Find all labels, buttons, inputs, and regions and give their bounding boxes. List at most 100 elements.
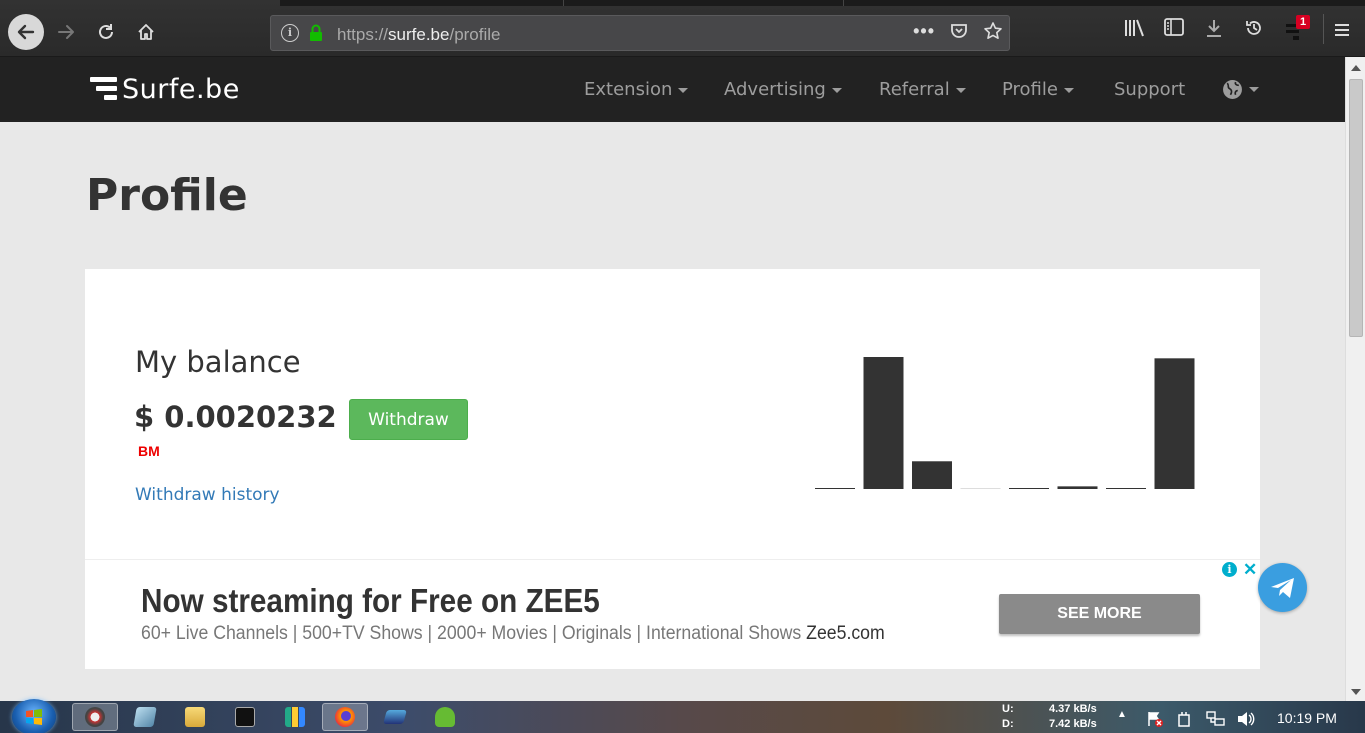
- app-icon: [133, 707, 157, 727]
- nav-profile[interactable]: Profile: [1002, 79, 1074, 100]
- pocket-icon[interactable]: [949, 21, 969, 41]
- action-center-flag-icon[interactable]: [1146, 710, 1164, 728]
- currency-tag: BM: [138, 443, 160, 459]
- lock-icon[interactable]: [309, 24, 323, 42]
- ad-subtext[interactable]: 60+ Live Channels | 500+TV Shows | 2000+…: [141, 623, 885, 645]
- ad-headline[interactable]: Now streaming for Free on ZEE5: [141, 582, 600, 620]
- url-scheme: https://: [337, 25, 389, 44]
- ad-cta-button[interactable]: SEE MORE: [999, 594, 1200, 634]
- windows-taskbar: U: D: 4.37 kB/s 7.42 kB/s ▲ 10:19 PM: [0, 699, 1365, 733]
- withdraw-history-link[interactable]: Withdraw history: [135, 485, 280, 505]
- page-scrollbar[interactable]: [1345, 57, 1365, 701]
- taskbar-firefox[interactable]: [322, 703, 368, 731]
- url-text[interactable]: https://surfe.be/profile: [337, 25, 501, 45]
- nav-label: Referral: [879, 79, 950, 100]
- home-button[interactable]: [129, 15, 163, 49]
- language-selector[interactable]: [1222, 78, 1259, 100]
- taskbar-app-1[interactable]: [72, 703, 118, 731]
- taskbar-cmd[interactable]: [222, 703, 268, 731]
- hamburger-menu-icon[interactable]: [1334, 22, 1350, 38]
- balance-card: My balance $ 0.0020232 BM Withdraw Withd…: [85, 269, 1260, 559]
- download-icon[interactable]: [1204, 18, 1224, 38]
- chart-bar: [1154, 358, 1195, 489]
- site-logo[interactable]: Surfe.be: [90, 73, 240, 105]
- nav-label: Profile: [1002, 79, 1058, 100]
- history-icon[interactable]: [1244, 18, 1264, 38]
- ad-info-icon[interactable]: i: [1222, 562, 1237, 577]
- chart-bar: [863, 357, 904, 489]
- telegram-button[interactable]: [1258, 563, 1307, 612]
- globe-icon: [1223, 79, 1242, 99]
- nav-extension[interactable]: Extension: [584, 79, 689, 100]
- nav-advertising[interactable]: Advertising: [724, 79, 842, 100]
- home-icon: [138, 24, 154, 40]
- nav-label: Advertising: [724, 79, 826, 100]
- earnings-bar-chart: [815, 357, 1195, 489]
- bookmark-star-icon[interactable]: [983, 21, 1003, 41]
- reload-icon: [99, 24, 113, 39]
- nav-referral[interactable]: Referral: [879, 79, 966, 100]
- taskbar-android[interactable]: [422, 703, 468, 731]
- ad-domain: Zee5.com: [806, 623, 885, 644]
- windows-flag-icon: [26, 709, 42, 725]
- ad-banner[interactable]: Now streaming for Free on ZEE5 60+ Live …: [85, 559, 1260, 669]
- caret-down-icon: [1063, 87, 1074, 93]
- download-label: D:: [1002, 718, 1014, 730]
- logo-text: Surfe.be: [122, 73, 240, 105]
- caret-down-icon: [1249, 86, 1259, 92]
- chart-bar: [960, 488, 1001, 489]
- caret-down-icon: [955, 87, 966, 93]
- page-actions: •••: [913, 21, 1003, 42]
- back-button[interactable]: [8, 14, 44, 50]
- url-host: surfe.be: [388, 25, 450, 44]
- forward-button[interactable]: [49, 15, 83, 49]
- withdraw-button[interactable]: Withdraw: [349, 399, 468, 440]
- scroll-thumb[interactable]: [1349, 79, 1363, 337]
- taskbar-app-7[interactable]: [372, 703, 418, 731]
- volume-icon[interactable]: [1236, 710, 1256, 728]
- android-icon: [435, 707, 455, 727]
- nav-support[interactable]: Support: [1114, 79, 1185, 100]
- balance-amount: $ 0.0020232: [134, 400, 337, 434]
- power-icon[interactable]: [1176, 710, 1194, 728]
- network-icon[interactable]: [1206, 710, 1226, 728]
- tray-expand-icon[interactable]: ▲: [1117, 709, 1127, 720]
- telegram-icon: [1270, 577, 1294, 598]
- more-actions-icon[interactable]: •••: [913, 21, 935, 42]
- arrow-right-icon: [58, 25, 74, 39]
- start-button[interactable]: [12, 699, 56, 733]
- url-path: /profile: [449, 25, 501, 44]
- ad-close-icon[interactable]: ✕: [1243, 560, 1257, 580]
- notification-badge: 1: [1296, 15, 1311, 29]
- folder-icon: [185, 707, 205, 727]
- browser-toolbar: i https://surfe.be/profile ••• 1: [0, 0, 1365, 57]
- taskbar-app-2[interactable]: [122, 703, 168, 731]
- chart-app-icon: [285, 707, 305, 727]
- app-icon: [85, 707, 105, 727]
- terminal-icon: [235, 707, 255, 727]
- address-bar[interactable]: i https://surfe.be/profile •••: [270, 15, 1010, 51]
- balance-title: My balance: [135, 345, 301, 379]
- caret-down-icon: [831, 87, 842, 93]
- taskbar-clock[interactable]: 10:19 PM: [1277, 710, 1337, 726]
- chart-bar: [912, 461, 952, 489]
- scroll-down-arrow-icon[interactable]: [1351, 689, 1361, 695]
- nav-label: Support: [1114, 79, 1186, 100]
- logo-mark-icon: [90, 76, 118, 102]
- taskbar-explorer[interactable]: [172, 703, 218, 731]
- firefox-icon: [335, 707, 355, 727]
- library-icon[interactable]: [1124, 18, 1146, 38]
- scroll-up-arrow-icon[interactable]: [1351, 65, 1361, 71]
- info-icon[interactable]: i: [281, 24, 299, 42]
- site-navbar: Surfe.be Extension Advertising Referral …: [0, 57, 1345, 122]
- caret-down-icon: [678, 87, 689, 93]
- upload-speed: 4.37 kB/s: [1049, 703, 1097, 715]
- toolbar-divider: [1323, 14, 1324, 44]
- tab-separator: [563, 0, 564, 6]
- sidebar-icon[interactable]: [1164, 18, 1184, 36]
- nav-label: Extension: [584, 79, 673, 100]
- taskbar-app-5[interactable]: [272, 703, 318, 731]
- reload-button[interactable]: [89, 15, 123, 49]
- chart-bar: [1106, 488, 1146, 489]
- tab-separator: [843, 0, 844, 6]
